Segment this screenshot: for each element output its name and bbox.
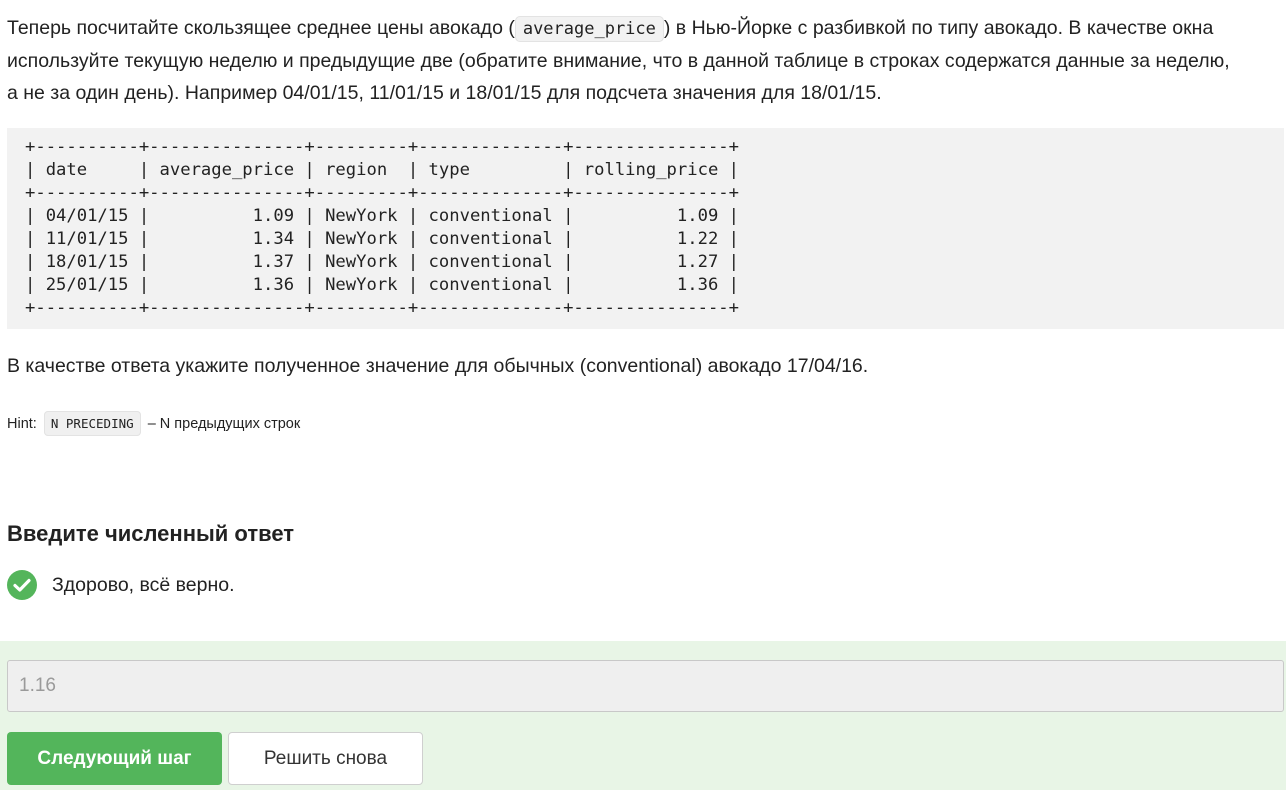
numeric-answer-input[interactable]: 1.16	[7, 660, 1284, 712]
task-text-line3: а не за один день). Например 04/01/15, 1…	[7, 82, 882, 104]
hint: Hint: N PRECEDING – N предыдущих строк	[7, 410, 300, 438]
task-text-start: Теперь посчитайте скользящее среднее цен…	[7, 17, 515, 39]
next-step-button[interactable]: Следующий шаг	[7, 732, 222, 785]
status-text: Здорово, всё верно.	[52, 573, 235, 596]
hint-label: Hint:	[7, 416, 37, 432]
answer-status: Здорово, всё верно.	[7, 569, 235, 601]
task-text-line1-end: ) в Нью-Йорке с разбивкой по типу авокад…	[663, 17, 1214, 39]
step-content: Теперь посчитайте скользящее среднее цен…	[7, 0, 1284, 600]
example-table-codeblock: +----------+---------------+---------+--…	[7, 128, 1284, 329]
answer-section-title: Введите численный ответ	[7, 521, 295, 546]
answer-instruction: В качестве ответа укажите полученное зна…	[7, 355, 869, 377]
hint-code: N PRECEDING	[43, 411, 141, 436]
inline-code-average-price: average_price	[514, 16, 664, 42]
task-description: Теперь посчитайте скользящее среднее цен…	[7, 0, 1283, 109]
hint-text: – N предыдущих строк	[147, 416, 301, 432]
example-table-text: +----------+---------------+---------+--…	[25, 137, 739, 318]
task-text-line2: используйте текущую неделю и предыдущие …	[7, 50, 1230, 72]
check-circle-icon	[7, 570, 37, 600]
solve-again-button[interactable]: Решить снова	[228, 732, 423, 785]
